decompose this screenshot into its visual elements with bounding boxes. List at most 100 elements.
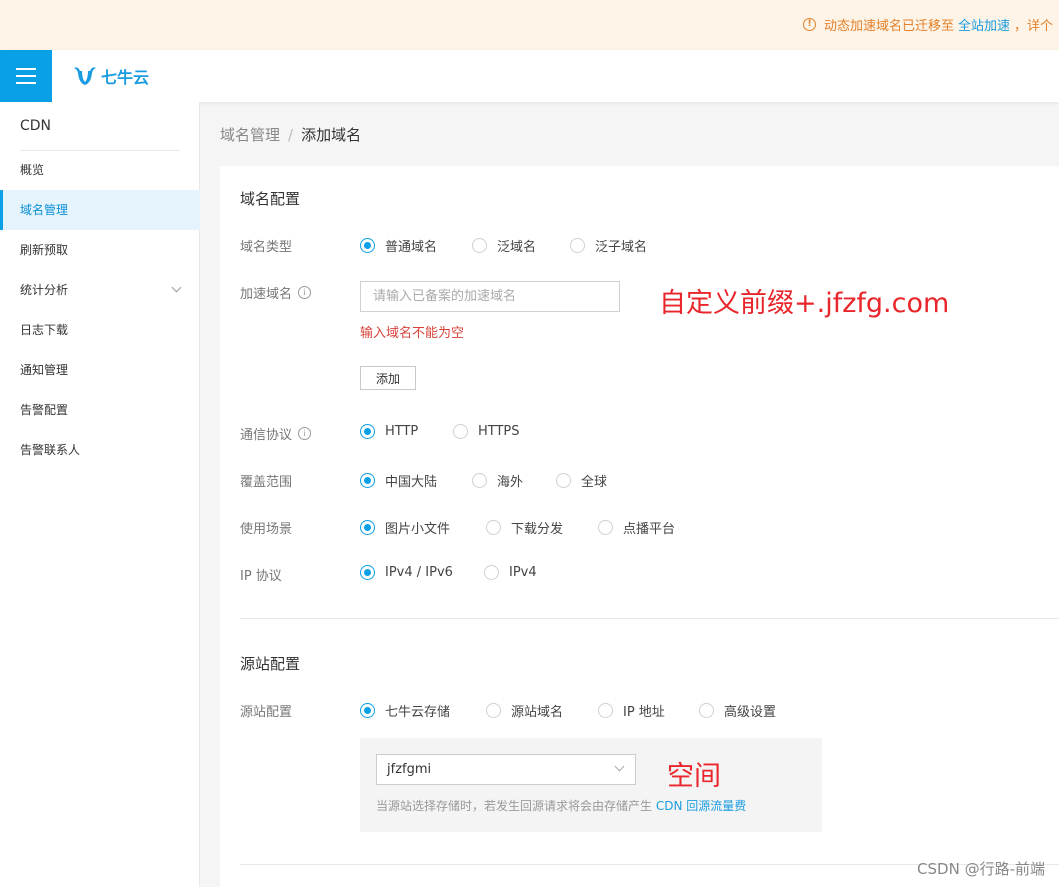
bucket-hint-text: 当源站选择存储时，若发生回源请求将会由存储产生 — [376, 799, 653, 813]
radio-label: 源站域名 — [511, 705, 564, 720]
radio-ip-dual[interactable]: IPv4 / IPv6 — [360, 565, 453, 580]
label-text: 覆盖范围 — [240, 475, 293, 490]
domain-type-label: 域名类型 — [240, 236, 292, 255]
sidebar-item-alert-config[interactable]: 告警配置 — [0, 390, 200, 430]
bucket-hint: 当源站选择存储时，若发生回源请求将会由存储产生 CDN 回源流量费 — [376, 797, 746, 814]
notice-tail: ，详个 — [1014, 19, 1054, 34]
radio-label: IPv4 — [509, 565, 537, 580]
radio-unchecked-icon — [472, 473, 487, 488]
radio-protocol-https[interactable]: HTTPS — [453, 424, 520, 439]
radio-domain-type-wildcard[interactable]: 泛域名 — [472, 236, 536, 255]
section-divider — [240, 618, 1059, 619]
radio-label: 海外 — [497, 475, 524, 490]
radio-label: 图片小文件 — [385, 522, 451, 537]
sidebar-item-label: 通知管理 — [20, 363, 69, 377]
bucket-select-value: jfzfgmi — [387, 762, 432, 777]
section-title-origin-config: 源站配置 — [240, 655, 301, 673]
info-icon[interactable]: i — [298, 286, 312, 299]
notice-bar: ! 动态加速域名已迁移至 全站加速 ，详个 — [0, 0, 1059, 50]
radio-coverage-overseas[interactable]: 海外 — [472, 471, 523, 490]
radio-unchecked-icon — [598, 703, 613, 718]
qiniu-logo[interactable]: 七牛云 — [72, 64, 149, 88]
bucket-select[interactable]: jfzfgmi — [376, 754, 636, 785]
breadcrumb-current: 添加域名 — [301, 126, 362, 144]
info-icon[interactable]: i — [298, 427, 312, 440]
warning-icon: ! — [803, 18, 816, 31]
sidebar-title: CDN — [20, 118, 52, 134]
breadcrumb-separator: / — [288, 126, 294, 144]
top-header: 七牛云 — [0, 50, 1059, 102]
scenario-label: 使用场景 — [240, 518, 292, 537]
qiniu-bull-icon — [74, 67, 96, 85]
sidebar-item-refresh-prefetch[interactable]: 刷新预取 — [0, 230, 200, 270]
sidebar-item-label: 告警联系人 — [20, 443, 81, 457]
annotation-domain-note: 自定义前缀+.jfzfg.com — [659, 288, 950, 319]
radio-unchecked-icon — [699, 703, 714, 718]
radio-coverage-mainland[interactable]: 中国大陆 — [360, 471, 437, 490]
sidebar-item-label: 刷新预取 — [20, 243, 69, 257]
radio-label: IPv4 / IPv6 — [385, 565, 453, 580]
sidebar-item-overview[interactable]: 概览 — [0, 150, 200, 190]
notice-link[interactable]: 全站加速 — [958, 15, 1010, 34]
radio-unchecked-icon — [598, 520, 613, 535]
menu-line-icon — [16, 82, 36, 84]
notice-content: ! 动态加速域名已迁移至 全站加速 ，详个 — [803, 15, 1053, 34]
sidebar-item-notifications[interactable]: 通知管理 — [0, 350, 200, 390]
accel-domain-label: 加速域名 i — [240, 283, 312, 302]
breadcrumb-parent[interactable]: 域名管理 — [220, 126, 280, 144]
chevron-down-icon — [614, 761, 625, 772]
breadcrumb: 域名管理 / 添加域名 — [220, 124, 361, 145]
sidebar-item-label: 日志下载 — [20, 323, 69, 337]
notice-text: 动态加速域名已迁移至 — [824, 19, 955, 34]
radio-protocol-http[interactable]: HTTP — [360, 424, 418, 439]
protocol-label: 通信协议 i — [240, 424, 312, 443]
radio-domain-type-normal[interactable]: 普通域名 — [360, 236, 437, 255]
hamburger-menu-button[interactable] — [0, 50, 52, 102]
menu-line-icon — [16, 75, 36, 77]
radio-unchecked-icon — [453, 424, 468, 439]
radio-label: IP 地址 — [623, 705, 665, 720]
annotation-bucket-note: 空间 — [667, 761, 721, 792]
radio-origin-domain[interactable]: 源站域名 — [486, 701, 563, 720]
radio-label: 普通域名 — [385, 240, 438, 255]
radio-checked-icon — [360, 703, 375, 718]
radio-unchecked-icon — [486, 703, 501, 718]
radio-checked-icon — [360, 565, 375, 580]
radio-domain-type-wildcard-sub[interactable]: 泛子域名 — [570, 236, 647, 255]
radio-unchecked-icon — [472, 238, 487, 253]
radio-coverage-global[interactable]: 全球 — [556, 471, 607, 490]
bucket-hint-link[interactable]: CDN 回源流量费 — [656, 799, 746, 813]
origin-source-label: 源站配置 — [240, 701, 292, 720]
sidebar-item-label: 统计分析 — [20, 283, 69, 297]
sidebar-item-alert-contacts[interactable]: 告警联系人 — [0, 430, 200, 470]
radio-checked-icon — [360, 520, 375, 535]
radio-checked-icon — [360, 473, 375, 488]
label-text: 源站配置 — [240, 705, 293, 720]
label-text: 加速域名 — [240, 287, 293, 302]
radio-origin-ip[interactable]: IP 地址 — [598, 701, 665, 720]
accel-domain-input[interactable] — [360, 281, 620, 312]
radio-scenario-vod[interactable]: 点播平台 — [598, 518, 675, 537]
watermark: CSDN @行路-前端 — [917, 860, 1045, 878]
radio-label: HTTPS — [478, 424, 520, 439]
radio-origin-advanced[interactable]: 高级设置 — [699, 701, 776, 720]
coverage-label: 覆盖范围 — [240, 471, 292, 490]
sidebar-item-domain-management[interactable]: 域名管理 — [0, 190, 200, 230]
radio-scenario-images[interactable]: 图片小文件 — [360, 518, 450, 537]
radio-unchecked-icon — [484, 565, 499, 580]
sidebar-item-statistics[interactable]: 统计分析 — [0, 270, 200, 310]
ip-protocol-label: IP 协议 — [240, 565, 282, 584]
radio-origin-qiniu-storage[interactable]: 七牛云存储 — [360, 701, 450, 720]
sidebar-item-label: 域名管理 — [20, 203, 69, 217]
radio-scenario-download[interactable]: 下载分发 — [486, 518, 563, 537]
add-domain-button[interactable]: 添加 — [360, 366, 416, 390]
radio-unchecked-icon — [570, 238, 585, 253]
radio-label: 高级设置 — [724, 705, 777, 720]
radio-label: 点播平台 — [623, 522, 676, 537]
radio-ip-v4[interactable]: IPv4 — [484, 565, 537, 580]
radio-unchecked-icon — [556, 473, 571, 488]
sidebar-item-label: 概览 — [20, 163, 45, 177]
sidebar-item-log-download[interactable]: 日志下载 — [0, 310, 200, 350]
radio-label: 下载分发 — [511, 522, 564, 537]
chevron-down-icon — [171, 282, 182, 293]
